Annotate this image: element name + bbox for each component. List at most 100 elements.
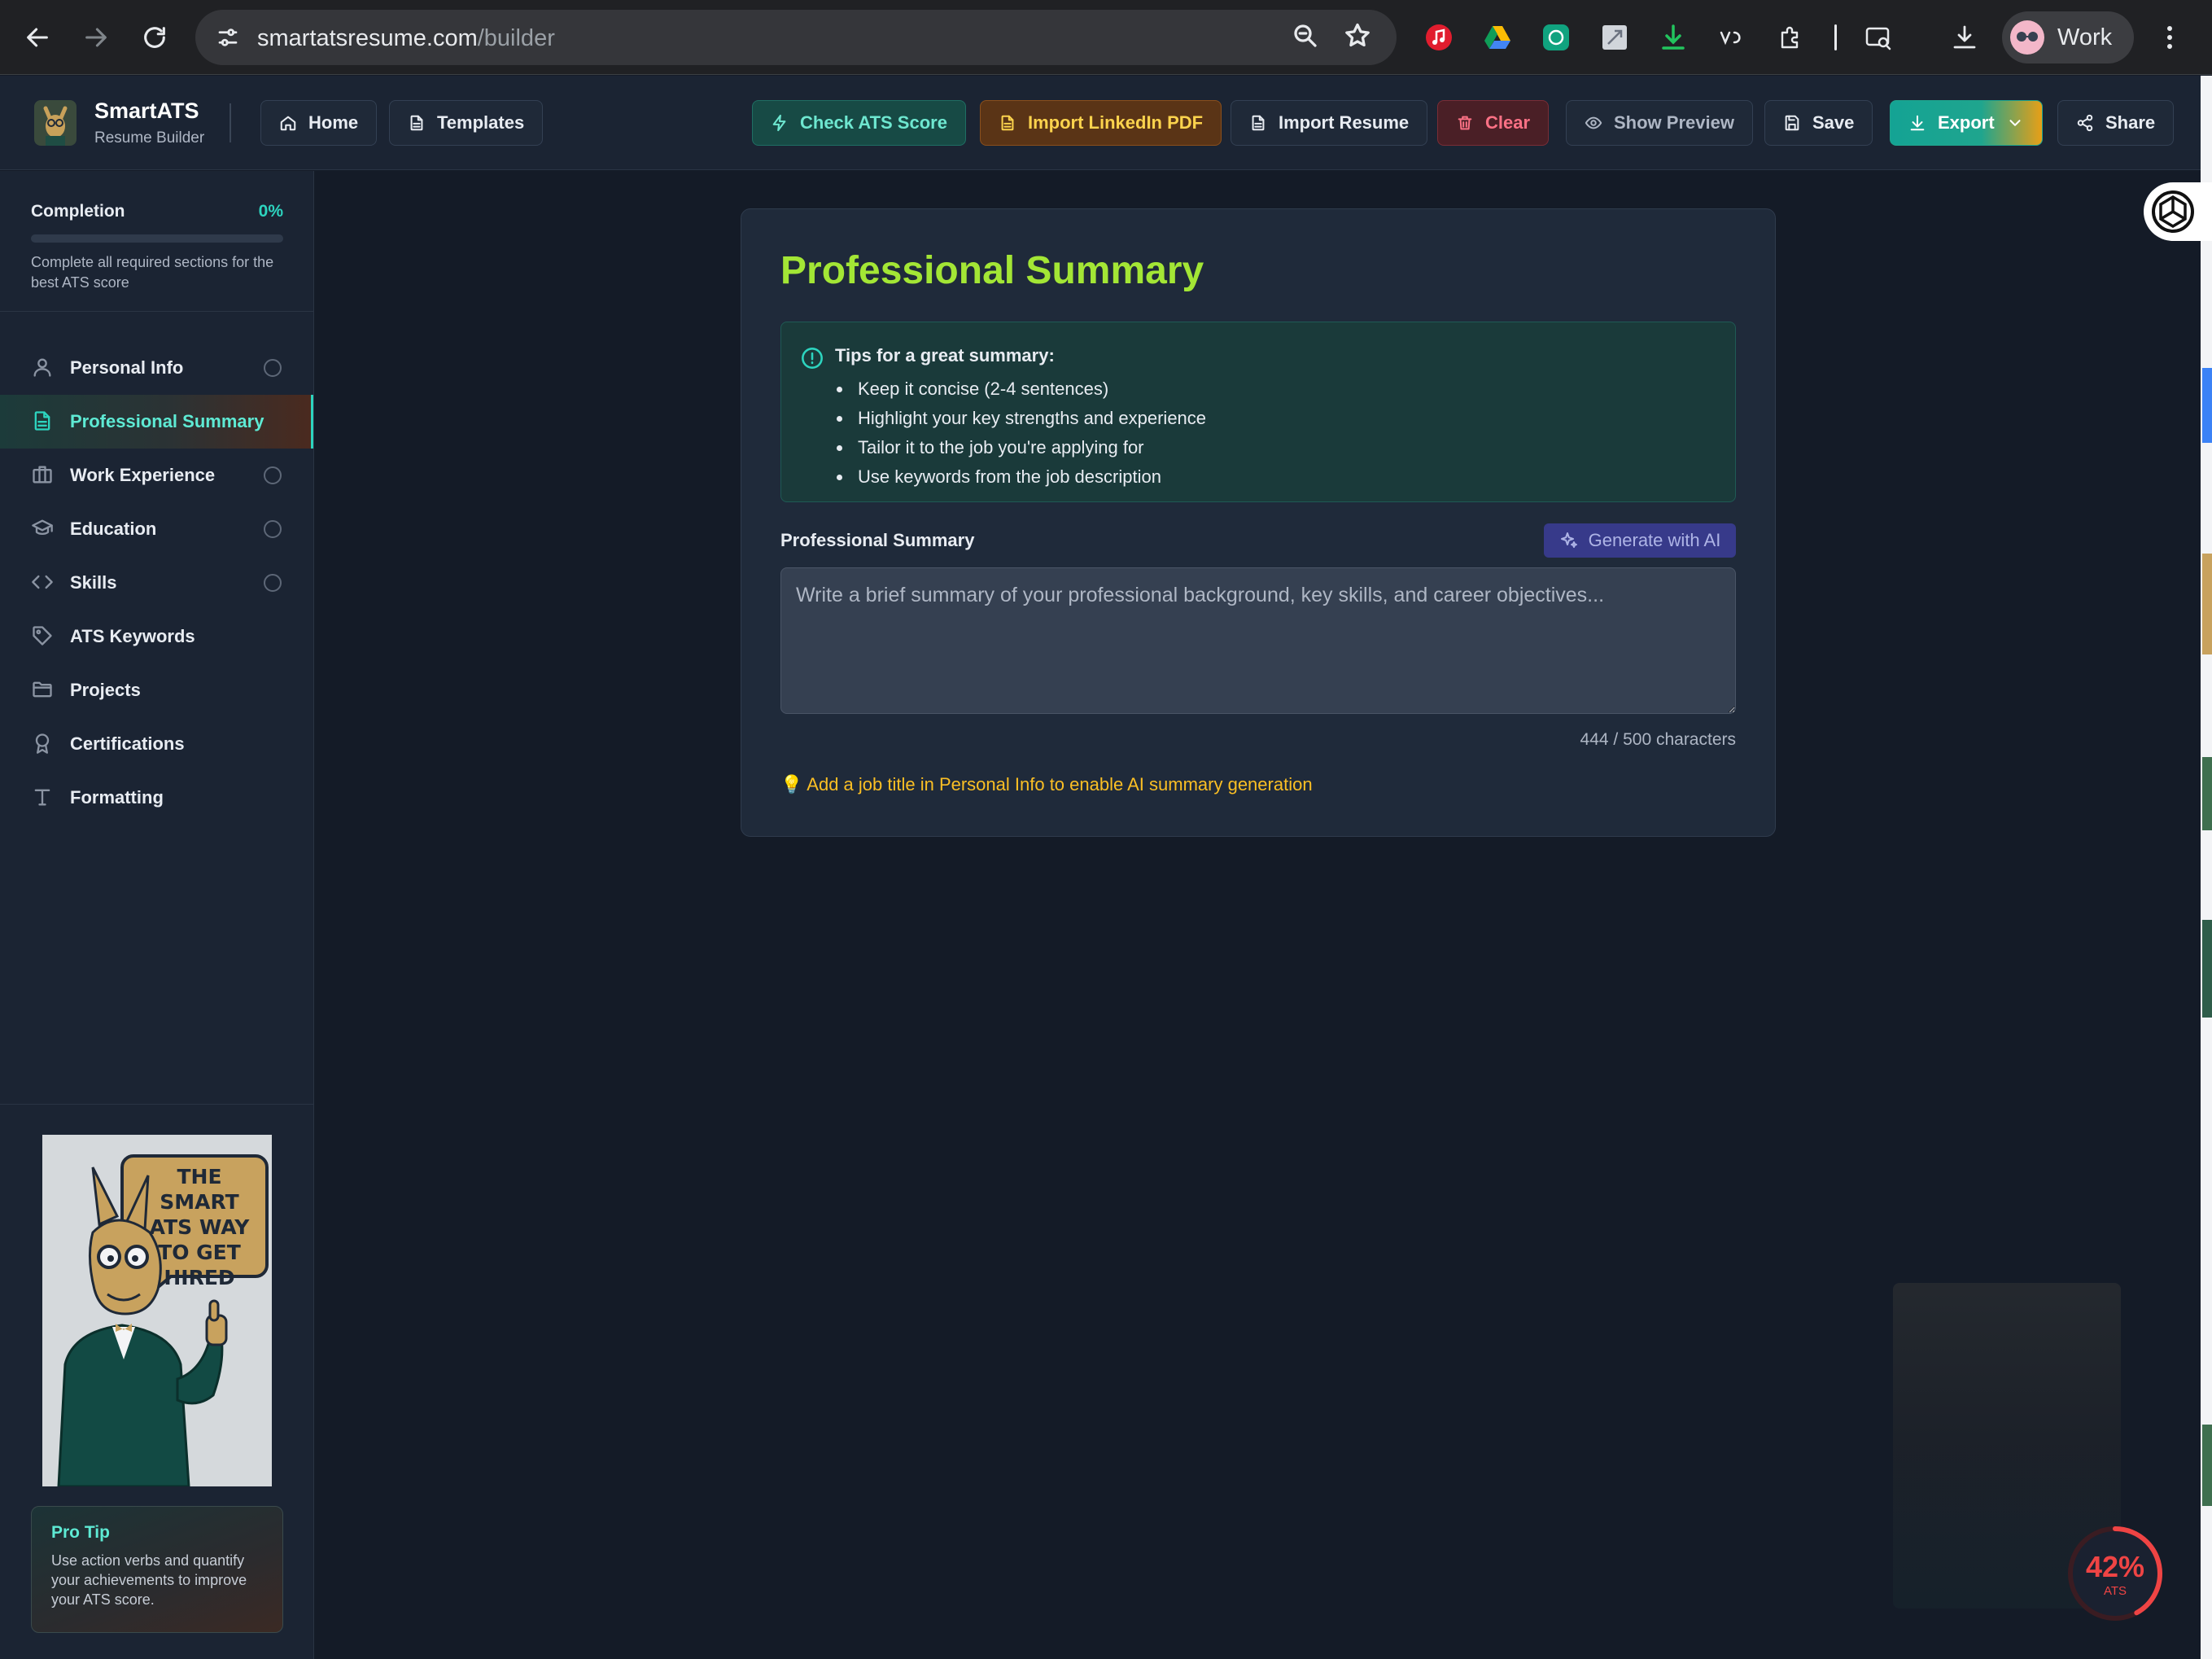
summary-field-label: Professional Summary [780,530,975,550]
sidebar-item-label: Personal Info [70,357,184,378]
share-button[interactable]: Share [2057,100,2175,146]
extension-drive[interactable] [1481,21,1514,54]
show-preview-button[interactable]: Show Preview [1566,100,1753,146]
address-bar[interactable]: smartatsresume.com/builder [195,10,1397,65]
status-circle-icon [264,359,282,377]
sidebar-divider [0,1104,313,1105]
home-button[interactable]: Home [260,100,378,146]
back-arrow-icon [27,28,48,47]
downloads-button[interactable] [1948,21,1981,54]
info-circle-icon [801,347,824,370]
sidebar-item-education[interactable]: Education [0,502,313,556]
save-button[interactable]: Save [1764,100,1873,146]
site-info-button[interactable] [210,20,246,55]
page-title: Professional Summary [780,249,1204,292]
ai-assistant-button[interactable] [2144,182,2212,241]
browser-menu-button[interactable] [2152,20,2188,55]
edge-fragment [2202,1425,2212,1506]
sidebar-item-formatting[interactable]: Formatting [0,771,313,825]
edge-fragment [2202,368,2212,443]
ats-score-badge[interactable]: 42% ATS [2064,1522,2166,1625]
donkey-logo-icon [34,100,77,146]
summary-textarea[interactable] [780,567,1736,714]
ats-score-label: ATS [2103,1584,2127,1598]
back-button[interactable] [15,15,60,60]
mascot-illustration: THE SMART ATS WAY TO GET HIRED [42,1135,272,1486]
extension-screenshot[interactable] [1598,21,1631,54]
check-ats-score-button[interactable]: Check ATS Score [752,100,966,146]
sidebar-item-label: Skills [70,572,117,593]
profile-button[interactable]: Work [2002,11,2134,63]
sidebar-item-personal-info[interactable]: Personal Info [0,341,313,395]
home-label: Home [308,112,359,133]
save-label: Save [1812,112,1855,133]
extension-chatgpt[interactable] [1540,21,1572,54]
zoom-icon [1294,24,1317,47]
character-count: 444 / 500 characters [1580,730,1736,749]
edge-fragment [2202,920,2212,1018]
eye-icon [1585,116,1602,129]
url-text[interactable]: smartatsresume.com/builder [257,25,555,52]
extensions-menu-button[interactable] [1774,21,1807,54]
sidebar-item-label: Formatting [70,787,164,808]
tip-item: Highlight your key strengths and experie… [835,404,1206,433]
bookmark-button[interactable] [1343,21,1375,54]
tips-box: Tips for a great summary: Keep it concis… [780,322,1736,502]
sidebar-item-work-experience[interactable]: Work Experience [0,449,313,502]
downloads-icon [1953,25,1976,49]
site-info-icon [218,28,238,46]
profile-label: Work [2057,24,2113,50]
templates-button[interactable]: Templates [389,100,544,146]
import-resume-button[interactable]: Import Resume [1231,100,1428,146]
sidebar-item-professional-summary[interactable]: Professional Summary [0,395,313,449]
logo[interactable] [34,100,77,146]
sidebar-item-projects[interactable]: Projects [0,663,313,717]
award-icon [31,732,55,756]
reload-button[interactable] [132,15,177,60]
import-linkedin-pdf-label: Import LinkedIn PDF [1028,112,1204,133]
home-icon [280,116,296,131]
tip-item: Use keywords from the job description [835,462,1206,492]
export-button[interactable]: Export [1890,100,2043,146]
sidebar-item-certifications[interactable]: Certifications [0,717,313,771]
export-label: Export [1938,112,1995,133]
briefcase-icon [31,463,55,488]
tab-search-button[interactable] [1862,21,1895,54]
status-circle-icon [264,520,282,538]
chatgpt-extension-icon [1543,24,1569,50]
extension-music[interactable] [1423,21,1455,54]
url-domain: smartatsresume.com [257,25,478,51]
extension-downloader[interactable] [1657,21,1690,54]
header-divider [230,103,231,142]
type-icon [31,786,55,810]
avatar-glasses-icon [2017,32,2038,42]
browser-toolbar: smartatsresume.com/builder Work [0,0,2212,75]
sidebar-item-label: Education [70,519,157,539]
document-icon [31,409,55,434]
brand-name: SmartATS [94,98,199,123]
document-icon [1001,115,1014,131]
lightning-icon [772,114,786,132]
tips-title: Tips for a great summary: [835,345,1055,366]
generate-with-ai-button[interactable]: Generate with AI [1544,523,1736,558]
green-download-icon [1662,24,1685,50]
ai-hint-text: 💡 Add a job title in Personal Info to en… [780,774,1313,794]
pro-tip-card: Pro Tip Use action verbs and quantify yo… [31,1506,283,1633]
clear-button[interactable]: Clear [1437,100,1550,146]
chevron-down-icon [2009,120,2021,126]
sidebar-item-ats-keywords[interactable]: ATS Keywords [0,610,313,663]
trash-icon [1458,116,1472,130]
forward-arrow-icon [85,28,107,47]
code-icon [31,571,55,595]
brand-subtitle: Resume Builder [94,129,205,147]
extension-vd[interactable] [1716,21,1748,54]
graduation-cap-icon [31,517,55,541]
import-linkedin-pdf-button[interactable]: Import LinkedIn PDF [980,100,1222,146]
sidebar-divider [0,311,313,312]
sidebar-item-skills[interactable]: Skills [0,556,313,610]
forward-button[interactable] [73,15,119,60]
edge-fragment [2202,757,2212,830]
ats-score-value: 42% [2085,1550,2145,1583]
zoom-button[interactable] [1291,21,1323,54]
openai-logo-icon [2152,190,2194,233]
